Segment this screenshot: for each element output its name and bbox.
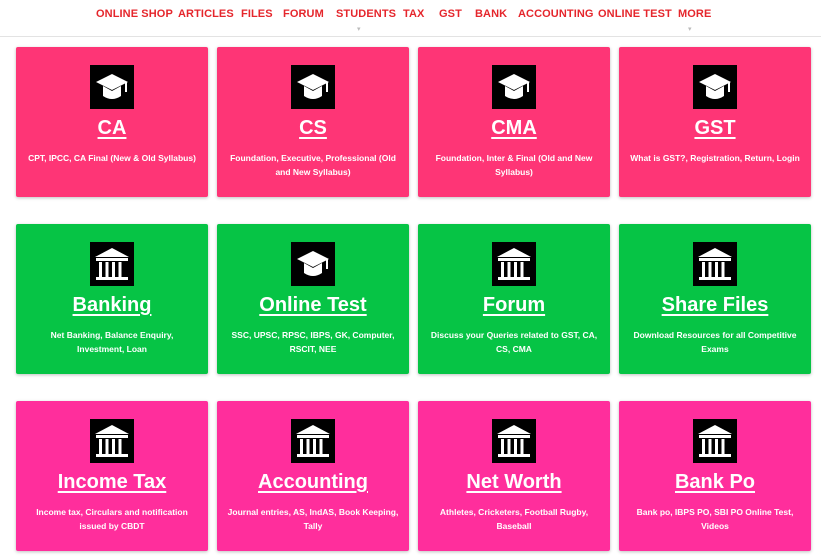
card-income-tax[interactable]: Income Tax Income tax, Circulars and not… [16, 401, 208, 551]
card-description: Journal entries, AS, IndAS, Book Keeping… [227, 507, 399, 531]
card-net-worth[interactable]: Net Worth Athletes, Cricketers, Football… [418, 401, 610, 551]
bank-icon [492, 242, 536, 286]
students-chevron-down-icon: ▾ [357, 26, 361, 33]
card-cma[interactable]: CMA Foundation, Inter & Final (Old and N… [418, 47, 610, 197]
card-description: What is GST?, Registration, Return, Logi… [630, 153, 800, 163]
nav-accounting[interactable]: ACCOUNTING [518, 8, 594, 20]
card-title[interactable]: Online Test [217, 294, 409, 317]
nav-students[interactable]: STUDENTS [336, 8, 396, 20]
card-banking[interactable]: Banking Net Banking, Balance Enquiry, In… [16, 224, 208, 374]
card-title[interactable]: Share Files [619, 294, 811, 317]
graduation-cap-icon [492, 65, 536, 109]
card-description: Foundation, Executive, Professional (Old… [230, 153, 396, 177]
card-description: CPT, IPCC, CA Final (New & Old Syllabus) [28, 153, 196, 163]
bank-icon [90, 419, 134, 463]
more-chevron-down-icon: ▾ [688, 26, 692, 33]
card-description: Income tax, Circulars and notification i… [36, 507, 188, 531]
card-online-test[interactable]: Online Test SSC, UPSC, RPSC, IBPS, GK, C… [217, 224, 409, 374]
card-title[interactable]: Income Tax [16, 471, 208, 494]
graduation-cap-icon [693, 65, 737, 109]
graduation-cap-icon [291, 65, 335, 109]
card-bank-po[interactable]: Bank Po Bank po, IBPS PO, SBI PO Online … [619, 401, 811, 551]
card-title[interactable]: Bank Po [619, 471, 811, 494]
card-cs[interactable]: CS Foundation, Executive, Professional (… [217, 47, 409, 197]
bank-icon [693, 419, 737, 463]
card-gst[interactable]: GST What is GST?, Registration, Return, … [619, 47, 811, 197]
card-title[interactable]: Net Worth [418, 471, 610, 494]
card-title[interactable]: CA [16, 117, 208, 140]
bank-icon [693, 242, 737, 286]
card-title[interactable]: CS [217, 117, 409, 140]
card-forum[interactable]: Forum Discuss your Queries related to GS… [418, 224, 610, 374]
card-accounting[interactable]: Accounting Journal entries, AS, IndAS, B… [217, 401, 409, 551]
card-description: SSC, UPSC, RPSC, IBPS, GK, Computer, RSC… [231, 330, 395, 354]
card-description: Discuss your Queries related to GST, CA,… [430, 330, 598, 354]
card-title[interactable]: Banking [16, 294, 208, 317]
card-title[interactable]: Accounting [217, 471, 409, 494]
card-description: Net Banking, Balance Enquiry, Investment… [50, 330, 174, 354]
nav-tax[interactable]: TAX [403, 8, 424, 20]
nav-online-test[interactable]: ONLINE TEST [598, 8, 672, 20]
nav-more[interactable]: MORE [678, 8, 711, 20]
card-ca[interactable]: CA CPT, IPCC, CA Final (New & Old Syllab… [16, 47, 208, 197]
bank-icon [492, 419, 536, 463]
card-title[interactable]: CMA [418, 117, 610, 140]
top-navigation: ONLINE SHOP ARTICLES FILES FORUM STUDENT… [0, 0, 821, 37]
graduation-cap-icon [291, 242, 335, 286]
nav-bank[interactable]: BANK [475, 8, 507, 20]
bank-icon [291, 419, 335, 463]
nav-articles[interactable]: ARTICLES [178, 8, 234, 20]
card-share-files[interactable]: Share Files Download Resources for all C… [619, 224, 811, 374]
nav-online-shop[interactable]: ONLINE SHOP [96, 8, 173, 20]
card-title[interactable]: GST [619, 117, 811, 140]
card-title[interactable]: Forum [418, 294, 610, 317]
card-description: Bank po, IBPS PO, SBI PO Online Test, Vi… [636, 507, 794, 531]
card-description: Foundation, Inter & Final (Old and New S… [435, 153, 593, 177]
card-description: Athletes, Cricketers, Football Rugby, Ba… [439, 507, 589, 531]
nav-forum[interactable]: FORUM [283, 8, 324, 20]
nav-files[interactable]: FILES [241, 8, 273, 20]
nav-gst[interactable]: GST [439, 8, 462, 20]
graduation-cap-icon [90, 65, 134, 109]
card-description: Download Resources for all Competitive E… [633, 330, 797, 354]
bank-icon [90, 242, 134, 286]
